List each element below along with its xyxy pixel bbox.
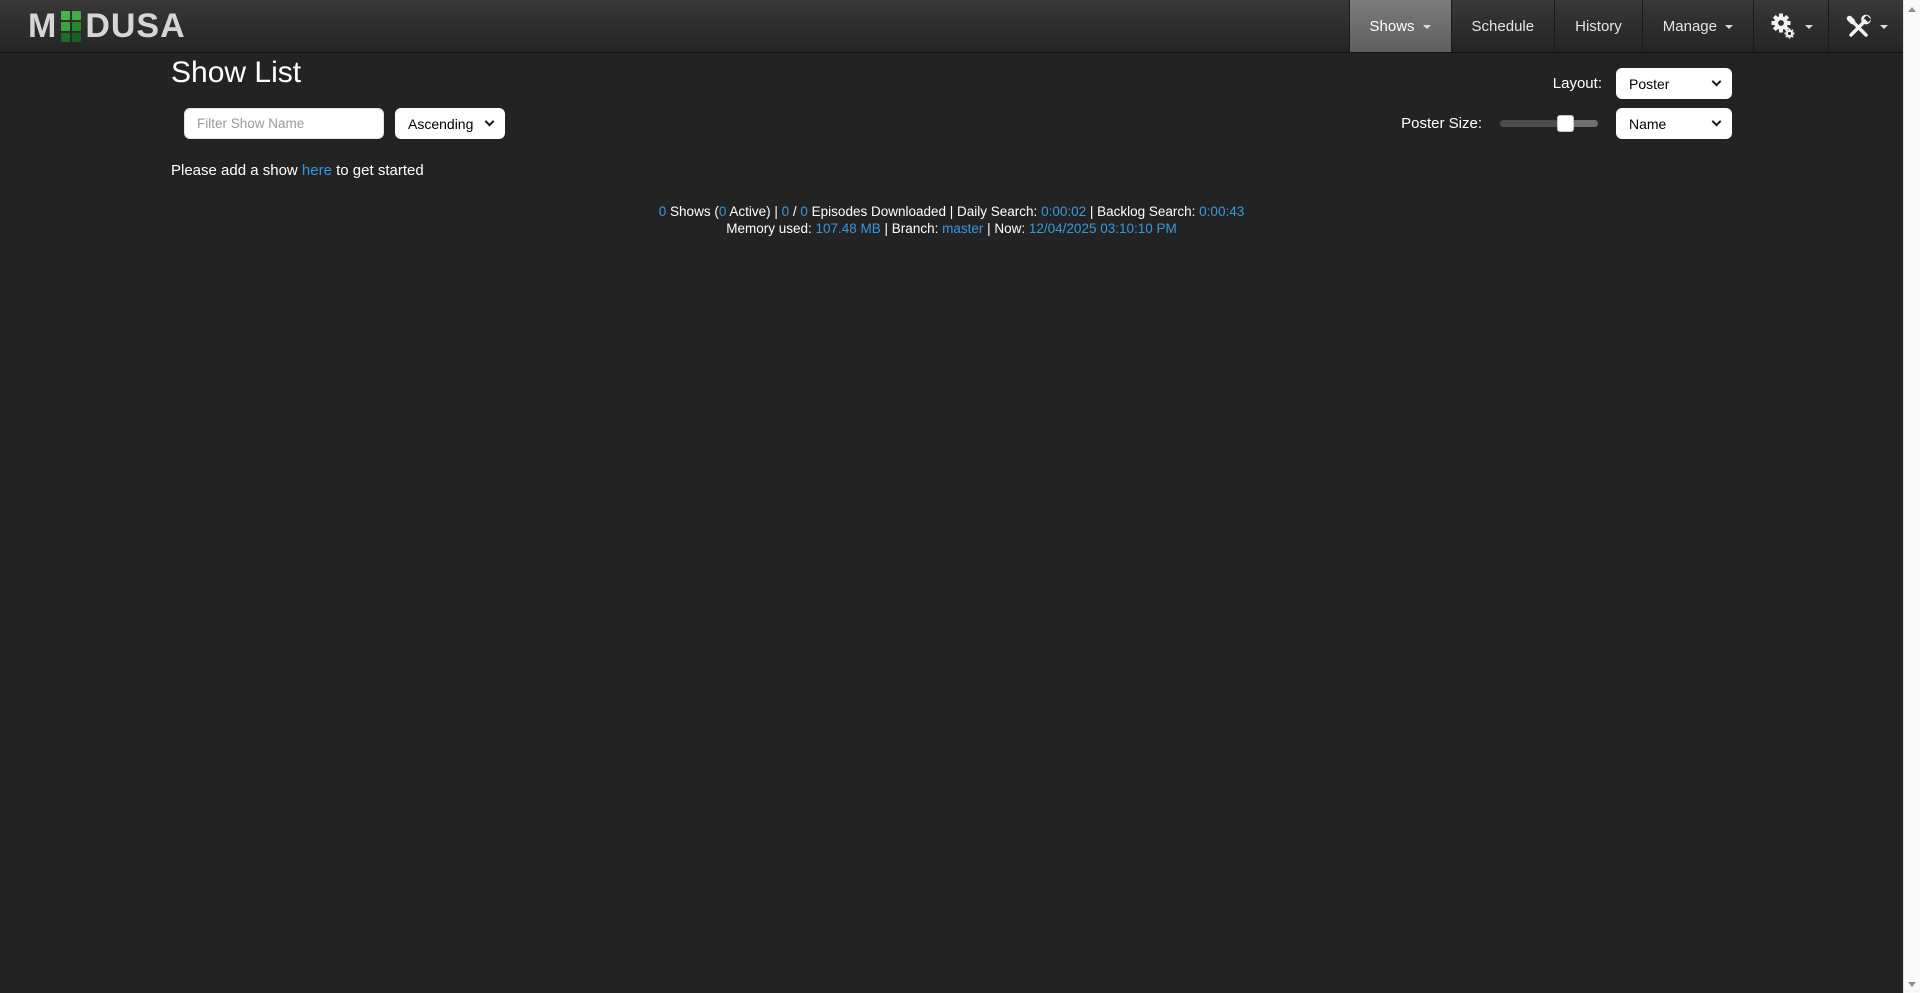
layout-label: Layout: bbox=[1553, 75, 1602, 92]
footer-stat-value: 0:00:02 bbox=[1041, 204, 1086, 219]
sort-direction-value: Ascending bbox=[408, 116, 473, 132]
sort-direction-select[interactable]: Ascending bbox=[395, 108, 505, 139]
footer-stat-text: | Branch: bbox=[881, 221, 942, 236]
sort-by-select[interactable]: Name bbox=[1616, 108, 1732, 139]
footer-stat-value: 107.48 MB bbox=[816, 221, 881, 236]
wrench-screwdriver-icon bbox=[1844, 12, 1872, 40]
nav-tools[interactable] bbox=[1828, 0, 1903, 52]
logo-letters-dusa: DUSA bbox=[85, 0, 185, 52]
nav-schedule[interactable]: Schedule bbox=[1451, 0, 1555, 52]
footer-stat-text: Shows ( bbox=[666, 204, 719, 219]
footer-stats: 0 Shows (0 Active) | 0 / 0 Episodes Down… bbox=[0, 203, 1903, 237]
caret-down-icon bbox=[1725, 25, 1733, 29]
poster-size-controls: Poster Size: Name bbox=[1401, 108, 1732, 139]
footer-stat-value: 0 bbox=[782, 204, 790, 219]
footer-stats-line2: Memory used: 107.48 MB | Branch: master … bbox=[0, 220, 1903, 237]
logo-e-grid-icon bbox=[61, 11, 81, 42]
footer-stat-text: | Backlog Search: bbox=[1086, 204, 1199, 219]
medusa-logo[interactable]: M DUSA bbox=[28, 0, 186, 52]
footer-stat-value: 0:00:43 bbox=[1199, 204, 1244, 219]
footer-stat-text: Episodes Downloaded | Daily Search: bbox=[808, 204, 1041, 219]
footer-stat-text: / bbox=[789, 204, 800, 219]
logo-letter-m: M bbox=[28, 0, 57, 52]
notice-suffix: to get started bbox=[332, 162, 424, 179]
footer-stat-value: 0 bbox=[800, 204, 808, 219]
caret-down-icon bbox=[1880, 25, 1888, 29]
chevron-down-icon bbox=[485, 117, 495, 127]
footer-stat-text: | Now: bbox=[983, 221, 1029, 236]
show-list-page: Show List Ascending Layout: Poster Poste… bbox=[0, 53, 1903, 993]
add-show-link[interactable]: here bbox=[302, 162, 332, 179]
poster-size-slider-handle[interactable] bbox=[1557, 115, 1574, 132]
footer-stat-value: 12/04/2025 03:10:10 PM bbox=[1029, 221, 1177, 236]
scrollbar[interactable] bbox=[1903, 0, 1920, 993]
sort-by-value: Name bbox=[1629, 116, 1666, 132]
poster-size-slider[interactable] bbox=[1500, 120, 1598, 127]
nav-manage-label: Manage bbox=[1663, 18, 1717, 35]
empty-show-list-notice: Please add a show here to get started bbox=[171, 162, 424, 179]
notice-prefix: Please add a show bbox=[171, 162, 302, 179]
page-title: Show List bbox=[171, 53, 301, 93]
caret-down-icon bbox=[1423, 25, 1431, 29]
footer-stats-line1: 0 Shows (0 Active) | 0 / 0 Episodes Down… bbox=[0, 203, 1903, 220]
footer-stat-text: Memory used: bbox=[726, 221, 815, 236]
nav-shows-label: Shows bbox=[1370, 18, 1415, 35]
nav-shows[interactable]: Shows bbox=[1349, 0, 1451, 52]
poster-size-label: Poster Size: bbox=[1401, 115, 1482, 132]
nav-schedule-label: Schedule bbox=[1472, 18, 1535, 35]
layout-select[interactable]: Poster bbox=[1616, 68, 1732, 99]
layout-controls: Layout: Poster bbox=[1553, 68, 1732, 99]
scrollbar-down-arrow[interactable] bbox=[1904, 976, 1920, 992]
chevron-down-icon bbox=[1712, 117, 1722, 127]
main-nav: Shows Schedule History Manage bbox=[1349, 0, 1903, 52]
double-gear-icon bbox=[1769, 12, 1797, 40]
footer-stat-value: master bbox=[942, 221, 983, 236]
caret-down-icon bbox=[1805, 25, 1813, 29]
scrollbar-up-arrow[interactable] bbox=[1904, 1, 1920, 17]
top-navbar: M DUSA Shows Schedule History Manage bbox=[0, 0, 1903, 53]
nav-manage[interactable]: Manage bbox=[1642, 0, 1753, 52]
filter-controls: Ascending bbox=[184, 108, 505, 139]
nav-history-label: History bbox=[1575, 18, 1622, 35]
chevron-down-icon bbox=[1712, 77, 1722, 87]
filter-show-name-input[interactable] bbox=[184, 108, 384, 139]
nav-config[interactable] bbox=[1753, 0, 1828, 52]
nav-history[interactable]: History bbox=[1554, 0, 1642, 52]
footer-stat-text: Active) | bbox=[726, 204, 781, 219]
layout-value: Poster bbox=[1629, 76, 1669, 92]
